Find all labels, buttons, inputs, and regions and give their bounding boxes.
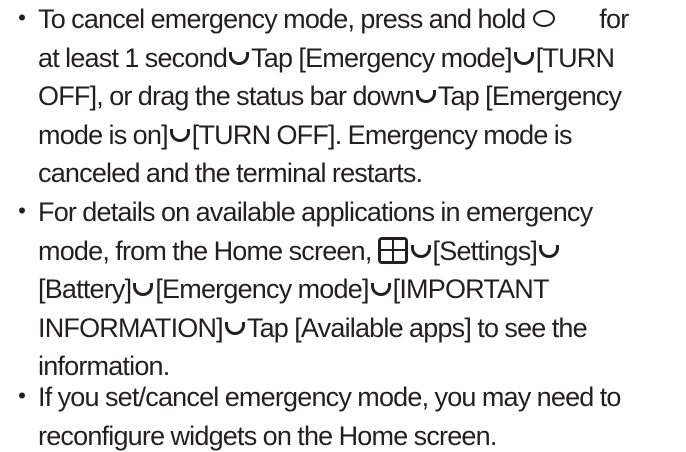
u-arrow-icon (539, 244, 560, 258)
u-arrow-icon (229, 51, 250, 65)
u-arrow-icon (169, 128, 190, 142)
apps-grid-icon (377, 236, 408, 264)
text-line: To cancel emergency mode, press and hold… (38, 4, 629, 34)
bullet: ・ (8, 3, 37, 34)
bullet: ・ (8, 381, 37, 412)
u-arrow-icon (133, 283, 154, 296)
manual-page: ・ To cancel emergency mode, press and ho… (0, 0, 686, 452)
text-line: reconfigure widgets on the Home screen. (38, 420, 497, 451)
text-line: If you set/cancel emergency mode, you ma… (38, 382, 621, 412)
text-line: mode is on] [TURN OFF]. Emergency mode is (38, 119, 572, 150)
text-line: at least 1 second Tap [Emergency mode] [TU… (38, 42, 615, 73)
text-line: [Battery] [Emergency mode] [IMPORTANT (38, 274, 549, 304)
note-text: For details on available applications in… (38, 193, 678, 386)
text-line: mode, from the Home screen, [Settings] (38, 232, 678, 271)
text-line: INFORMATION] Tap [Available apps] to see … (38, 312, 588, 343)
u-arrow-icon (513, 51, 534, 65)
note-text: To cancel emergency mode, press and hold… (38, 0, 678, 193)
u-arrow-icon (370, 283, 391, 296)
text-line: OFF], or drag the status bar down Tap [Em… (38, 81, 622, 111)
text-line: canceled and the terminal restarts. (38, 158, 423, 188)
circle-key-icon (533, 10, 556, 27)
u-arrow-icon (410, 244, 431, 258)
bullet: ・ (8, 196, 37, 227)
text-line: For details on available applications in… (38, 197, 593, 227)
note-text: If you set/cancel emergency mode, you ma… (38, 378, 678, 452)
u-arrow-icon (415, 90, 436, 103)
u-arrow-icon (224, 321, 245, 335)
